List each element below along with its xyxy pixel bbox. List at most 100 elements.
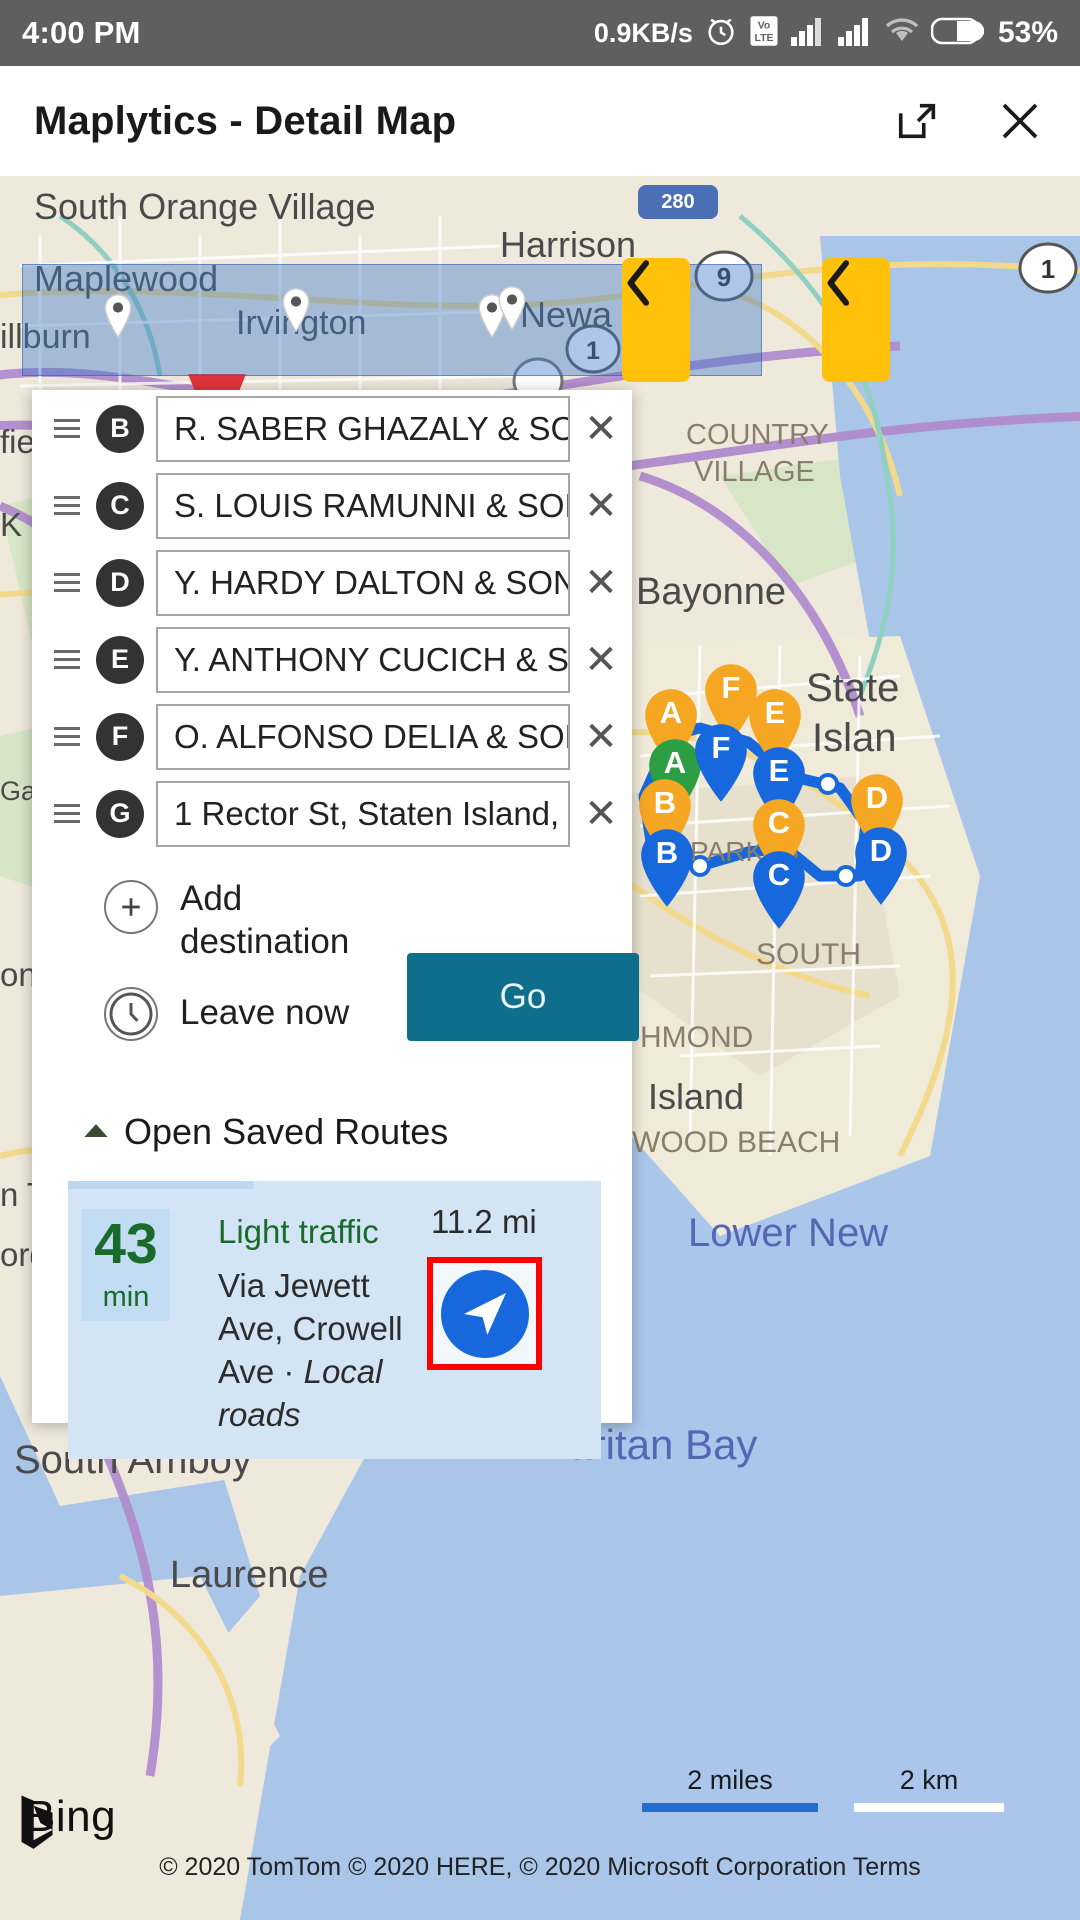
- carousel-prev-button-1[interactable]: [622, 258, 690, 382]
- leave-now-row: Leave now Go: [104, 953, 639, 1042]
- destination-list: BR. SABER GHAZALY & SONS✕CS. LOUIS RAMUN…: [32, 390, 632, 852]
- destination-input[interactable]: O. ALFONSO DELIA & SONS: [156, 703, 570, 770]
- map-route-pin-label: D: [865, 780, 889, 815]
- map-attribution: © 2020 TomTom © 2020 HERE, © 2020 Micros…: [159, 1853, 921, 1881]
- app-header: Maplytics - Detail Map: [0, 66, 1080, 176]
- drag-handle-icon[interactable]: [44, 727, 90, 746]
- drag-handle-icon[interactable]: [44, 804, 90, 823]
- plus-circle-icon: [104, 880, 158, 934]
- destination-badge: E: [96, 635, 144, 684]
- status-bar-time: 4:00 PM: [22, 15, 141, 50]
- signal-bars-icon: [837, 15, 873, 52]
- open-saved-routes-button[interactable]: Open Saved Routes: [82, 1111, 632, 1153]
- bing-logo-icon: [21, 1795, 53, 1849]
- map-scale-bar: 2 miles 2 km: [642, 1765, 1004, 1812]
- destination-row: D Y. HARDY DALTON & SONS: ✕: [32, 544, 632, 621]
- map-route-pin-label: C: [767, 857, 791, 892]
- map-route-pin-label: F: [711, 730, 731, 765]
- destination-row: BR. SABER GHAZALY & SONS✕: [32, 390, 632, 467]
- caret-up-icon: [82, 1121, 110, 1144]
- route-traffic-status: Light traffic: [218, 1213, 379, 1251]
- clock-icon[interactable]: [104, 987, 158, 1042]
- drag-handle-icon[interactable]: [44, 419, 90, 438]
- map-route-pin-label: E: [764, 695, 786, 730]
- destination-input[interactable]: R. SABER GHAZALY & SONS: [156, 395, 570, 462]
- chevron-left-icon: [827, 260, 850, 306]
- route-via-line4-em: roads: [218, 1396, 301, 1434]
- map-pin-icon: [282, 288, 310, 333]
- route-via-line3-prefix: Ave ·: [218, 1353, 304, 1391]
- directions-panel: BR. SABER GHAZALY & SONS✕CS. LOUIS RAMUN…: [32, 390, 639, 1460]
- route-duration-unit: min: [102, 1281, 150, 1314]
- destination-badge: C: [96, 481, 144, 530]
- route-via-line3-em: Local: [303, 1353, 383, 1391]
- add-destination-line2: destination: [180, 921, 350, 961]
- open-saved-routes-label: Open Saved Routes: [124, 1111, 449, 1153]
- svg-text:280: 280: [661, 191, 694, 213]
- open-in-new-window-icon[interactable]: [892, 95, 944, 147]
- map-pin-icon: [104, 294, 132, 339]
- destination-badge: D: [96, 558, 144, 607]
- close-icon[interactable]: ✕: [570, 637, 632, 683]
- svg-text:1: 1: [1041, 254, 1055, 284]
- svg-text:LTE: LTE: [754, 32, 773, 43]
- leave-now-label[interactable]: Leave now: [180, 993, 349, 1033]
- map-route-pin[interactable]: B: [636, 826, 698, 910]
- destination-input[interactable]: Y. HARDY DALTON & SONS:: [156, 549, 570, 616]
- route-summary-card[interactable]: 43 min Light traffic Via Jewett Ave, Cro…: [68, 1181, 601, 1460]
- route-duration: 43 min: [82, 1209, 170, 1322]
- close-icon[interactable]: ✕: [570, 483, 632, 529]
- destination-input[interactable]: Y. ANTHONY CUCICH & SON: [156, 626, 570, 693]
- route-via-line1: Via Jewett: [218, 1267, 370, 1305]
- go-button[interactable]: Go: [407, 953, 639, 1042]
- volte-icon: Vo LTE: [749, 15, 779, 52]
- close-icon[interactable]: ✕: [570, 791, 632, 837]
- scale-miles: 2 miles: [642, 1765, 818, 1812]
- signal-bars-icon: [790, 15, 826, 52]
- navigate-button[interactable]: [427, 1257, 542, 1371]
- map-route-pin-label: E: [768, 753, 790, 788]
- navigation-arrow-icon: [440, 1269, 529, 1358]
- drag-handle-icon[interactable]: [44, 496, 90, 515]
- map-route-pin-label: B: [653, 785, 677, 820]
- close-icon[interactable]: ✕: [570, 406, 632, 452]
- map-route-pin-label: B: [655, 835, 679, 870]
- close-icon[interactable]: ✕: [570, 560, 632, 606]
- add-destination-label: Add destination: [180, 878, 349, 963]
- drag-handle-icon[interactable]: [44, 573, 90, 592]
- destination-row: EY. ANTHONY CUCICH & SON✕: [32, 621, 632, 698]
- drag-handle-icon[interactable]: [44, 650, 90, 669]
- destination-row: F O. ALFONSO DELIA & SONS ✕: [32, 698, 632, 775]
- destination-badge: G: [96, 789, 144, 838]
- close-icon[interactable]: ✕: [570, 714, 632, 760]
- route-via-text: Via Jewett Ave, Crowell Ave · Local road…: [218, 1265, 413, 1437]
- close-icon[interactable]: [994, 95, 1046, 147]
- map-route-pin[interactable]: C: [748, 848, 810, 932]
- destination-badge: F: [96, 712, 144, 761]
- page-title: Maplytics - Detail Map: [34, 98, 457, 143]
- destination-input[interactable]: 1 Rector St, Staten Island, N: [156, 780, 570, 847]
- destination-input[interactable]: S. LOUIS RAMUNNI & SONS: [156, 472, 570, 539]
- map-route-pin-label: D: [869, 833, 893, 868]
- destination-row: G1 Rector St, Staten Island, N ✕: [32, 775, 632, 852]
- app-root: 4:00 PM 0.9KB/s Vo LTE 53% Maplytics - D…: [0, 0, 1080, 1920]
- network-speed-text: 0.9KB/s: [593, 17, 693, 48]
- route-details: Light traffic Via Jewett Ave, Crowell Av…: [218, 1213, 413, 1459]
- add-destination-button[interactable]: Add destination: [104, 878, 632, 963]
- map-route-pin[interactable]: D: [850, 824, 912, 908]
- status-bar: 4:00 PM 0.9KB/s Vo LTE 53%: [0, 0, 1080, 66]
- battery-percent-text: 53%: [997, 16, 1058, 49]
- destination-row: C S. LOUIS RAMUNNI & SONS ✕: [32, 467, 632, 544]
- map-route-pin[interactable]: F: [690, 721, 752, 805]
- map-pin-icon: [498, 286, 526, 331]
- scale-km: 2 km: [854, 1765, 1004, 1812]
- alarm-icon: [704, 14, 738, 53]
- scale-km-label: 2 km: [899, 1765, 959, 1795]
- route-duration-value: 43: [94, 1212, 158, 1277]
- svg-text:Vo: Vo: [758, 20, 771, 31]
- destination-badge: B: [96, 404, 144, 453]
- battery-icon: [930, 16, 985, 51]
- route-via-line2: Ave, Crowell: [218, 1310, 403, 1348]
- carousel-prev-button-2[interactable]: [822, 258, 890, 382]
- scale-miles-line: [642, 1803, 818, 1812]
